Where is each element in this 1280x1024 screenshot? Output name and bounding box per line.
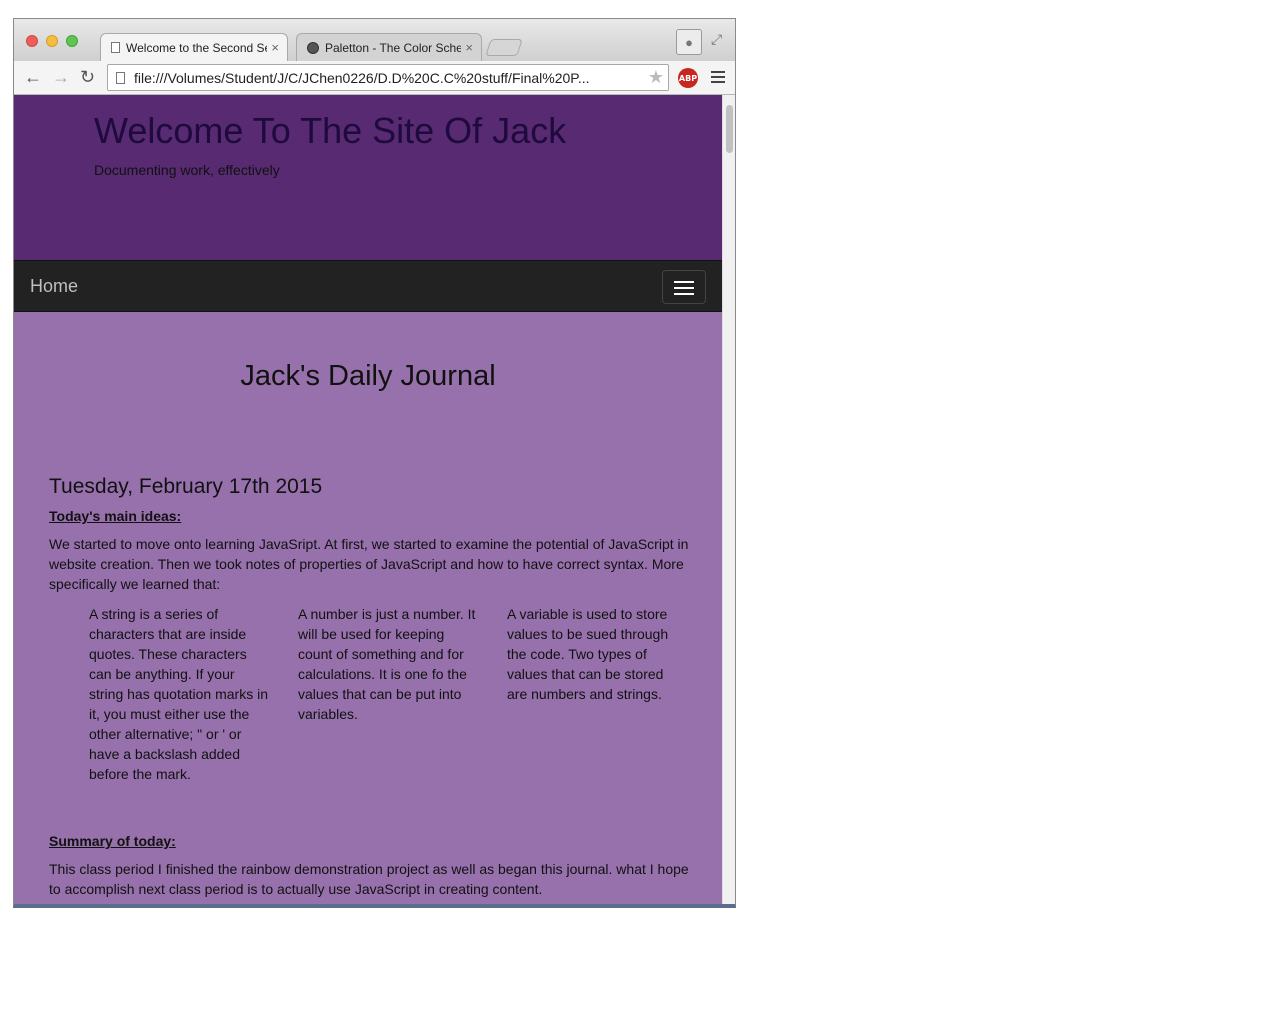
vertical-scrollbar[interactable] bbox=[722, 95, 735, 904]
tab-close-icon[interactable]: × bbox=[465, 40, 473, 55]
address-bar[interactable]: file:///Volumes/Student/J/C/JChen0226/D.… bbox=[107, 64, 669, 91]
main-ideas-label: Today's main ideas: bbox=[49, 508, 182, 524]
window-close-button[interactable] bbox=[26, 35, 38, 47]
window-maximize-button[interactable] bbox=[66, 35, 78, 47]
tab-title: Paletton - The Color Schen bbox=[325, 40, 462, 55]
browser-window: Welcome to the Second Se × Paletton - Th… bbox=[13, 18, 736, 908]
tab-paletton[interactable]: Paletton - The Color Schen × bbox=[296, 33, 482, 61]
adblock-extension-icon[interactable]: ABP bbox=[678, 68, 698, 88]
url-text[interactable]: file:///Volumes/Student/J/C/JChen0226/D.… bbox=[134, 70, 644, 86]
window-minimize-button[interactable] bbox=[46, 35, 58, 47]
site-header: Welcome To The Site Of Jack Documenting … bbox=[14, 95, 722, 260]
tab-bar: Welcome to the Second Se × Paletton - Th… bbox=[14, 19, 735, 61]
tab-close-icon[interactable]: × bbox=[271, 40, 279, 55]
number-column: A number is just a number. It will be us… bbox=[298, 606, 476, 722]
page-viewport: Welcome To The Site Of Jack Documenting … bbox=[14, 95, 722, 904]
page-icon bbox=[116, 71, 125, 84]
tab-title: Welcome to the Second Se bbox=[126, 40, 268, 55]
summary-paragraph: This class period I finished the rainbow… bbox=[49, 861, 689, 897]
new-tab-button[interactable] bbox=[485, 39, 523, 56]
site-subtitle: Documenting work, effectively bbox=[94, 162, 280, 178]
fullscreen-icon[interactable]: ⤢ bbox=[711, 31, 722, 48]
star-icon[interactable]: ★ bbox=[648, 67, 664, 88]
profile-icon[interactable]: ● bbox=[676, 29, 702, 55]
back-arrow-icon[interactable]: ← bbox=[24, 67, 42, 87]
intro-paragraph: We started to move onto learning JavaSri… bbox=[49, 536, 689, 592]
journal-heading: Jack's Daily Journal bbox=[240, 360, 496, 392]
nav-toggle-hamburger-icon[interactable] bbox=[662, 270, 706, 304]
browser-toolbar: ← → ↻ file:///Volumes/Student/J/C/JChen0… bbox=[14, 61, 735, 95]
summary-label: Summary of today: bbox=[49, 833, 176, 849]
site-navbar: Home bbox=[14, 260, 722, 312]
reload-icon[interactable]: ↻ bbox=[80, 67, 95, 87]
scrollbar-thumb[interactable] bbox=[726, 105, 733, 153]
paletton-favicon-icon bbox=[307, 41, 319, 54]
menu-icon[interactable] bbox=[711, 71, 725, 86]
variable-column: A variable is used to store values to be… bbox=[507, 606, 669, 702]
tab-welcome[interactable]: Welcome to the Second Se × bbox=[100, 33, 288, 61]
page-icon bbox=[111, 42, 120, 53]
forward-arrow-icon[interactable]: → bbox=[52, 67, 70, 87]
nav-home-link[interactable]: Home bbox=[30, 276, 78, 297]
site-title: Welcome To The Site Of Jack bbox=[94, 110, 567, 151]
string-column: A string is a series of characters that … bbox=[89, 606, 268, 782]
entry-date: Tuesday, February 17th 2015 bbox=[49, 475, 323, 498]
